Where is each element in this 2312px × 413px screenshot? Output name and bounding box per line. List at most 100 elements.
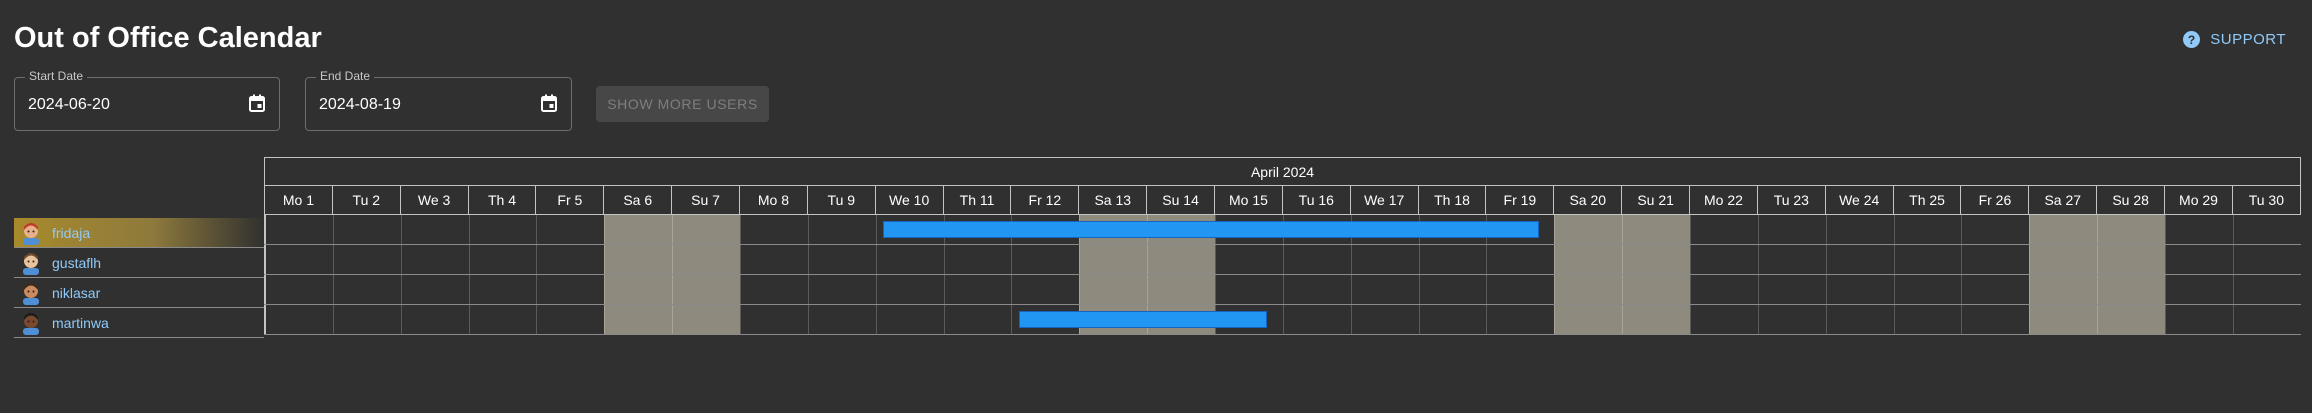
day-cell[interactable] [1893, 275, 1962, 304]
day-cell[interactable] [264, 305, 333, 334]
day-cell[interactable] [1215, 245, 1283, 274]
day-cell[interactable] [1825, 245, 1894, 274]
day-cell[interactable] [1757, 215, 1826, 244]
day-cell[interactable] [1282, 275, 1351, 304]
show-more-users-button[interactable]: SHOW MORE USERS [596, 86, 769, 122]
day-cell[interactable] [2232, 215, 2301, 244]
day-cell[interactable] [604, 245, 673, 274]
day-cell[interactable] [943, 275, 1012, 304]
day-cell[interactable] [2232, 275, 2301, 304]
absence-bar[interactable] [1018, 311, 1268, 328]
day-cell[interactable] [1147, 275, 1216, 304]
day-cell[interactable] [1554, 215, 1623, 244]
day-cell[interactable] [1554, 275, 1623, 304]
day-cell[interactable] [2165, 215, 2233, 244]
day-cell[interactable] [1350, 305, 1419, 334]
day-cell[interactable] [672, 275, 741, 304]
user-row[interactable]: niklasar [14, 278, 264, 308]
day-cell[interactable] [2097, 305, 2166, 334]
day-cell[interactable] [1554, 245, 1623, 274]
start-date-field[interactable]: Start Date 2024-06-20 [14, 69, 280, 131]
day-cell[interactable] [1893, 245, 1962, 274]
day-cell[interactable] [2029, 305, 2098, 334]
calendar-icon[interactable] [249, 94, 265, 112]
day-cell[interactable] [807, 245, 876, 274]
day-cell[interactable] [400, 215, 469, 244]
day-cell[interactable] [1961, 275, 2029, 304]
day-cell[interactable] [1825, 215, 1894, 244]
day-cell[interactable] [332, 245, 401, 274]
day-cell[interactable] [1486, 305, 1554, 334]
day-cell[interactable] [1690, 245, 1758, 274]
day-cell[interactable] [1486, 275, 1554, 304]
day-cell[interactable] [740, 215, 808, 244]
end-date-field[interactable]: End Date 2024-08-19 [305, 69, 572, 131]
day-cell[interactable] [943, 245, 1012, 274]
user-row[interactable]: fridaja [14, 218, 264, 248]
day-cell[interactable] [264, 215, 333, 244]
day-cell[interactable] [332, 275, 401, 304]
day-cell[interactable] [400, 275, 469, 304]
day-cell[interactable] [1282, 245, 1351, 274]
day-cell[interactable] [2097, 245, 2166, 274]
calendar-icon[interactable] [541, 94, 557, 112]
day-cell[interactable] [2165, 275, 2233, 304]
day-cell[interactable] [1079, 245, 1148, 274]
day-cell[interactable] [875, 275, 944, 304]
user-name[interactable]: niklasar [52, 285, 100, 301]
day-cell[interactable] [604, 275, 673, 304]
day-cell[interactable] [536, 245, 604, 274]
day-cell[interactable] [672, 245, 741, 274]
day-cell[interactable] [1282, 305, 1351, 334]
day-cell[interactable] [1622, 305, 1691, 334]
day-cell[interactable] [1554, 305, 1623, 334]
user-name[interactable]: martinwa [52, 315, 109, 331]
day-cell[interactable] [2232, 245, 2301, 274]
day-cell[interactable] [468, 215, 537, 244]
day-cell[interactable] [468, 275, 537, 304]
day-cell[interactable] [1893, 215, 1962, 244]
day-cell[interactable] [332, 305, 401, 334]
user-name[interactable]: gustaflh [52, 255, 101, 271]
day-cell[interactable] [1350, 245, 1419, 274]
day-cell[interactable] [536, 305, 604, 334]
end-date-value[interactable]: 2024-08-19 [319, 96, 401, 114]
day-cell[interactable] [264, 275, 333, 304]
day-cell[interactable] [264, 245, 333, 274]
day-cell[interactable] [1690, 275, 1758, 304]
day-cell[interactable] [740, 245, 808, 274]
day-cell[interactable] [1147, 245, 1216, 274]
day-cell[interactable] [1011, 245, 1079, 274]
day-cell[interactable] [1690, 215, 1758, 244]
day-cell[interactable] [1961, 245, 2029, 274]
day-cell[interactable] [1757, 305, 1826, 334]
day-cell[interactable] [1350, 275, 1419, 304]
day-cell[interactable] [2029, 275, 2098, 304]
day-cell[interactable] [740, 275, 808, 304]
day-cell[interactable] [400, 245, 469, 274]
day-cell[interactable] [1757, 245, 1826, 274]
day-cell[interactable] [875, 245, 944, 274]
day-cell[interactable] [807, 305, 876, 334]
absence-bar[interactable] [883, 221, 1540, 238]
day-cell[interactable] [807, 215, 876, 244]
day-cell[interactable] [1079, 275, 1148, 304]
day-cell[interactable] [1825, 305, 1894, 334]
day-cell[interactable] [536, 215, 604, 244]
day-cell[interactable] [672, 215, 741, 244]
day-cell[interactable] [1418, 275, 1487, 304]
user-name[interactable]: fridaja [52, 225, 90, 241]
day-cell[interactable] [468, 305, 537, 334]
day-cell[interactable] [1486, 245, 1554, 274]
user-row[interactable]: martinwa [14, 308, 264, 338]
day-cell[interactable] [2029, 215, 2098, 244]
start-date-value[interactable]: 2024-06-20 [28, 96, 110, 114]
day-cell[interactable] [400, 305, 469, 334]
day-cell[interactable] [604, 305, 673, 334]
day-cell[interactable] [1825, 275, 1894, 304]
day-cell[interactable] [1011, 275, 1079, 304]
day-cell[interactable] [1690, 305, 1758, 334]
day-cell[interactable] [1622, 275, 1691, 304]
day-cell[interactable] [943, 305, 1012, 334]
day-cell[interactable] [807, 275, 876, 304]
